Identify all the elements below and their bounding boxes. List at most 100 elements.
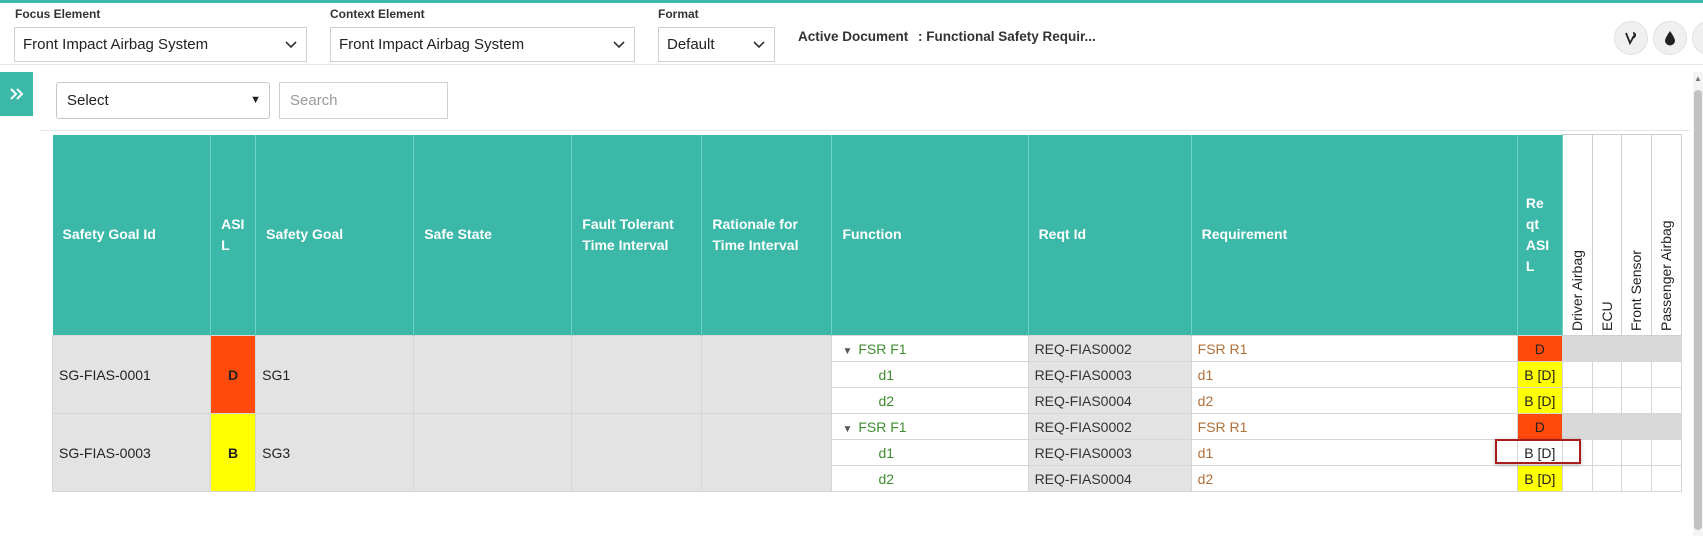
requirement-cell[interactable]: d1: [1190, 361, 1518, 388]
requirement-cell[interactable]: FSR R1: [1190, 335, 1518, 362]
function-cell[interactable]: d2: [831, 387, 1029, 414]
reqt-id-cell[interactable]: REQ-FIAS0004: [1027, 387, 1192, 414]
allocation-cell[interactable]: [1591, 439, 1622, 466]
allocation-cell[interactable]: [1591, 413, 1622, 440]
reqt-id-cell[interactable]: REQ-FIAS0004: [1027, 465, 1192, 492]
allocation-cell[interactable]: [1591, 335, 1622, 362]
reqt-asil-cell-selected[interactable]: B [D]: [1516, 439, 1563, 466]
format-dropdown[interactable]: Default: [658, 27, 775, 62]
requirement-cell[interactable]: FSR R1: [1190, 413, 1518, 440]
allocation-cell[interactable]: [1561, 387, 1593, 414]
ftti-cell[interactable]: [571, 335, 703, 414]
allocation-cell[interactable]: [1561, 361, 1593, 388]
reqt-id-cell[interactable]: REQ-FIAS0002: [1027, 335, 1192, 362]
reqt-asil-cell[interactable]: D: [1516, 413, 1563, 440]
more-icon[interactable]: [1692, 21, 1703, 55]
col-driver-airbag[interactable]: Driver Airbag: [1561, 134, 1593, 336]
vine-icon[interactable]: [1614, 21, 1648, 55]
col-asil[interactable]: ASI L: [210, 134, 257, 336]
requirement-cell[interactable]: d2: [1190, 387, 1518, 414]
allocation-cell[interactable]: [1620, 335, 1652, 362]
allocation-cell[interactable]: [1650, 361, 1683, 388]
col-ecu[interactable]: ECU: [1591, 134, 1622, 336]
safety-goal-cell[interactable]: SG3: [255, 413, 415, 492]
context-element-dropdown[interactable]: Front Impact Airbag System: [330, 27, 635, 62]
sidebar-expand-button[interactable]: [0, 72, 33, 116]
col-passenger-airbag[interactable]: Passenger Airbag: [1650, 134, 1683, 336]
reqt-asil-cell[interactable]: D: [1516, 335, 1563, 362]
allocation-cell[interactable]: [1591, 361, 1622, 388]
allocation-cell[interactable]: [1650, 465, 1683, 492]
reqt-asil-cell[interactable]: B [D]: [1516, 465, 1563, 492]
col-rationale[interactable]: Rationale for Time Interval: [701, 134, 833, 336]
allocation-cell[interactable]: [1620, 439, 1652, 466]
focus-element-label: Focus Element: [15, 7, 101, 21]
chevron-down-icon: [753, 29, 765, 49]
asil-cell[interactable]: B: [210, 413, 257, 492]
function-label: d1: [878, 444, 895, 461]
function-cell[interactable]: d2: [831, 465, 1029, 492]
col-requirement[interactable]: Requirement: [1191, 134, 1518, 336]
reqt-asil-cell[interactable]: B [D]: [1516, 387, 1563, 414]
allocation-cell[interactable]: [1561, 439, 1593, 466]
col-front-sensor-label: Front Sensor: [1628, 250, 1645, 331]
allocation-cell[interactable]: [1650, 439, 1683, 466]
double-chevron-right-icon: [9, 88, 23, 100]
requirement-cell[interactable]: d1: [1190, 439, 1518, 466]
col-function[interactable]: Function: [831, 134, 1029, 336]
allocation-cell[interactable]: [1591, 387, 1622, 414]
allocation-cell[interactable]: [1561, 335, 1593, 362]
function-cell[interactable]: d1: [831, 439, 1029, 466]
col-safety-goal[interactable]: Safety Goal: [255, 134, 415, 336]
reqt-id-cell[interactable]: REQ-FIAS0003: [1027, 361, 1192, 388]
allocation-cell[interactable]: [1650, 335, 1683, 362]
allocation-cell[interactable]: [1561, 413, 1593, 440]
scrollbar-thumb[interactable]: [1694, 90, 1702, 530]
function-label: d2: [878, 392, 895, 409]
function-cell[interactable]: ▼ FSR F1: [831, 413, 1029, 440]
context-element-label: Context Element: [330, 7, 425, 21]
safe-state-cell[interactable]: [413, 413, 573, 492]
function-cell[interactable]: ▼ FSR F1: [831, 335, 1029, 362]
allocation-cell[interactable]: [1620, 361, 1652, 388]
safety-goal-id-cell[interactable]: SG-FIAS-0001: [51, 335, 212, 414]
safe-state-cell[interactable]: [413, 335, 573, 414]
select-dropdown[interactable]: Select ▼: [56, 82, 270, 119]
reqt-id-cell[interactable]: REQ-FIAS0003: [1027, 439, 1192, 466]
scroll-up-arrow-icon[interactable]: ▲: [1694, 74, 1702, 83]
focus-element-dropdown[interactable]: Front Impact Airbag System: [14, 27, 307, 62]
allocation-cell[interactable]: [1561, 465, 1593, 492]
function-cell[interactable]: d1: [831, 361, 1029, 388]
allocation-cell[interactable]: [1650, 387, 1683, 414]
ftti-cell[interactable]: [571, 413, 703, 492]
reqt-asil-cell[interactable]: B [D]: [1516, 361, 1563, 388]
allocation-cell[interactable]: [1620, 465, 1652, 492]
rationale-cell[interactable]: [701, 413, 833, 492]
vertical-scrollbar[interactable]: ▲: [1693, 72, 1703, 536]
safety-goal-id-cell[interactable]: SG-FIAS-0003: [51, 413, 212, 492]
allocation-cell[interactable]: [1650, 413, 1683, 440]
col-reqt-asil[interactable]: Re qt ASI L: [1517, 134, 1563, 336]
header-bar: Focus Element Front Impact Airbag System…: [0, 3, 1703, 65]
divider: [40, 130, 1690, 131]
allocation-cell[interactable]: [1591, 465, 1622, 492]
allocation-cell[interactable]: [1620, 413, 1652, 440]
rationale-cell[interactable]: [701, 335, 833, 414]
format-label: Format: [658, 7, 699, 21]
collapse-triangle-icon[interactable]: ▼: [842, 424, 852, 435]
reqt-id-cell[interactable]: REQ-FIAS0002: [1027, 413, 1192, 440]
col-reqt-id[interactable]: Reqt Id: [1028, 134, 1192, 336]
allocation-cell[interactable]: [1620, 387, 1652, 414]
col-safety-goal-id[interactable]: Safety Goal Id: [52, 134, 212, 336]
col-safe-state[interactable]: Safe State: [413, 134, 573, 336]
search-box[interactable]: [279, 82, 448, 119]
collapse-triangle-icon[interactable]: ▼: [842, 346, 852, 357]
drop-icon[interactable]: [1653, 21, 1687, 55]
safety-goal-cell[interactable]: SG1: [255, 335, 415, 414]
search-input[interactable]: [288, 91, 438, 110]
col-ftti[interactable]: Fault Tolerant Time Interval: [571, 134, 703, 336]
col-ecu-label: ECU: [1598, 301, 1615, 331]
asil-cell[interactable]: D: [210, 335, 257, 414]
requirement-cell[interactable]: d2: [1190, 465, 1518, 492]
col-front-sensor[interactable]: Front Sensor: [1620, 134, 1652, 336]
